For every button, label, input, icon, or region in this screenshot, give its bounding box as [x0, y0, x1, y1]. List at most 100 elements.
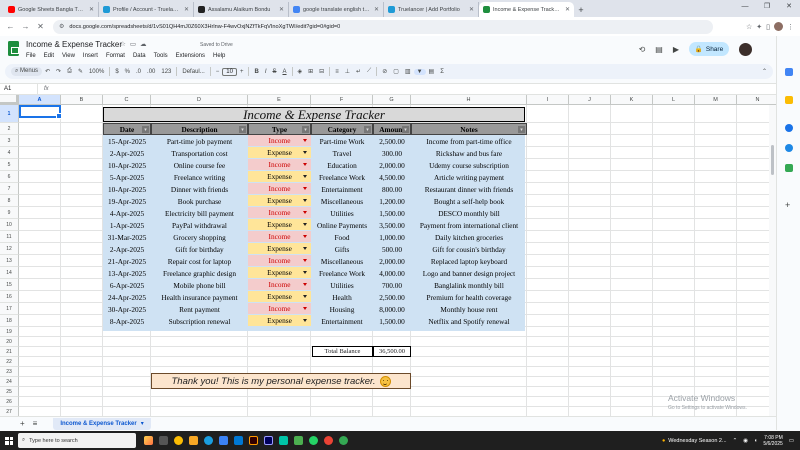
forward-icon[interactable]: → [19, 20, 32, 33]
maximize-button[interactable]: ❐ [756, 0, 778, 14]
cell-desc[interactable]: Dinner with friends [151, 183, 248, 195]
row-header-13[interactable]: 13 [0, 255, 19, 267]
get-addons-icon[interactable]: + [785, 200, 790, 210]
close-tab-icon[interactable]: ✕ [89, 6, 94, 13]
strikethrough-button[interactable]: S [269, 69, 279, 75]
cell-notes[interactable]: Bought a self-help book [411, 195, 527, 207]
paint-format-icon[interactable]: ✎ [75, 68, 86, 75]
cell-amount[interactable]: 700.00 [373, 279, 411, 291]
filter-views-icon[interactable]: ▤ [426, 68, 438, 75]
maps-icon[interactable] [785, 164, 793, 172]
percent-button[interactable]: % [122, 69, 133, 75]
keep-icon[interactable] [785, 96, 793, 104]
cell-notes[interactable]: Daily kitchen groceries [411, 231, 527, 243]
cell-amount[interactable]: 2,500.00 [373, 291, 411, 303]
cell-date[interactable]: 30-Apr-2025 [103, 303, 151, 315]
type-dropdown-chip[interactable]: Income [248, 279, 311, 290]
cell-cat[interactable]: Gifts [311, 243, 373, 255]
cell-desc[interactable]: PayPal withdrawal [151, 219, 248, 231]
type-dropdown-chip[interactable]: Expense [248, 315, 311, 326]
row-header-6[interactable]: 6 [0, 171, 19, 183]
dropdown-arrow-icon[interactable] [303, 271, 307, 274]
cell-cat[interactable]: Part-time Work [311, 135, 373, 147]
active-cell-selection[interactable] [19, 105, 62, 119]
omnibox[interactable]: ⚙ docs.google.com/spreadsheets/d/1vS01QH… [53, 19, 713, 34]
header-cell-category[interactable]: Category ▾ [311, 123, 373, 135]
cell-date[interactable]: 1-Apr-2025 [103, 219, 151, 231]
type-dropdown-chip[interactable]: Income [248, 183, 311, 194]
all-sheets-icon[interactable]: ≡ [33, 419, 38, 428]
name-box[interactable]: A1 [0, 84, 38, 94]
cell-notes[interactable]: Logo and banner design project [411, 267, 527, 279]
cell-cat[interactable]: Freelance Work [311, 267, 373, 279]
type-dropdown-chip[interactable]: Expense [248, 267, 311, 278]
header-cell-description[interactable]: Description ▾ [151, 123, 248, 135]
menu-file[interactable]: File [26, 53, 36, 59]
account-avatar[interactable] [739, 42, 752, 56]
cell-notes[interactable]: Restaurant dinner with friends [411, 183, 527, 195]
sheet-title-cell[interactable]: Income & Expense Tracker [103, 107, 525, 122]
cell-desc[interactable]: Book purchase [151, 195, 248, 207]
back-icon[interactable]: ← [4, 20, 17, 33]
row-header-25[interactable]: 25 [0, 387, 19, 397]
header-cell-type[interactable]: Type ▾ [248, 123, 311, 135]
type-dropdown-chip[interactable]: Expense [248, 195, 311, 206]
cell-cat[interactable]: Entertainment [311, 315, 373, 327]
tasks-icon[interactable] [785, 124, 793, 132]
cell-amount[interactable]: 1,500.00 [373, 315, 411, 327]
cell-date[interactable]: 15-Apr-2025 [103, 135, 151, 147]
sheets-logo-icon[interactable] [8, 41, 19, 56]
history-icon[interactable]: ⟲ [639, 45, 646, 54]
browser-tab[interactable]: Income & Expense Tracker - Go...✕ [479, 2, 574, 17]
news-widget[interactable]: ● Wednesday Season 2... [662, 438, 727, 444]
cell-amount[interactable]: 300.00 [373, 147, 411, 159]
cell-cat[interactable]: Food [311, 231, 373, 243]
document-title[interactable]: Income & Expense Tracker [26, 40, 122, 49]
menu-insert[interactable]: Insert [83, 53, 98, 59]
cloud-saved-icon[interactable]: ☁ [140, 40, 147, 48]
start-button[interactable] [0, 431, 18, 450]
filter-dropdown-icon[interactable]: ▾ [518, 126, 525, 133]
cell-date[interactable]: 2-Apr-2025 [103, 147, 151, 159]
browser-tab[interactable]: Google Sheets Bangla Tutorial -✕ [4, 2, 99, 17]
column-header-d[interactable]: D [151, 95, 248, 105]
extensions-icon[interactable]: ✦ [756, 23, 762, 31]
maps-app-icon[interactable] [294, 436, 303, 445]
merge-cells-icon[interactable]: ⊟ [316, 68, 327, 75]
column-header-j[interactable]: J [569, 95, 611, 105]
volume-icon[interactable]: ◖ [754, 438, 757, 444]
undo-icon[interactable]: ↶ [42, 68, 53, 75]
row-header-27[interactable]: 27 [0, 407, 19, 416]
meet-icon[interactable]: ▶ [673, 45, 679, 54]
row-header-22[interactable]: 22 [0, 357, 19, 367]
cell-cat[interactable]: Utilities [311, 207, 373, 219]
increase-decimal-button[interactable]: .00 [144, 69, 158, 75]
dropdown-arrow-icon[interactable] [303, 283, 307, 286]
browser-menu-icon[interactable]: ⋮ [787, 23, 794, 31]
network-icon[interactable]: ◉ [743, 438, 748, 444]
cell-desc[interactable]: Freelance graphic design [151, 267, 248, 279]
insert-link-icon[interactable]: ⊘ [379, 68, 390, 75]
cell-notes[interactable]: Payment from international client [411, 219, 527, 231]
cell-desc[interactable]: Health insurance payment [151, 291, 248, 303]
cell-amount[interactable]: 800.00 [373, 183, 411, 195]
row-header-1[interactable]: 1 [0, 105, 19, 123]
column-header-h[interactable]: H [411, 95, 527, 105]
dropdown-arrow-icon[interactable] [303, 187, 307, 190]
dropdown-arrow-icon[interactable] [303, 175, 307, 178]
type-dropdown-chip[interactable]: Income [248, 159, 311, 170]
chrome-icon-2[interactable] [324, 436, 333, 445]
filter-dropdown-icon[interactable]: ▾ [239, 126, 246, 133]
decrease-decimal-button[interactable]: .0 [133, 69, 144, 75]
font-size-increase-button[interactable]: + [237, 69, 247, 75]
vertical-scrollbar[interactable] [769, 105, 776, 416]
comments-icon[interactable]: ▤ [655, 45, 663, 54]
insert-comment-icon[interactable]: ▢ [390, 68, 402, 75]
cell-date[interactable]: 6-Apr-2025 [103, 279, 151, 291]
copilot-icon[interactable] [144, 436, 153, 445]
row-header-21[interactable]: 21 [0, 347, 19, 357]
column-header-a[interactable]: A [19, 95, 61, 105]
number-format-button[interactable]: 123 [158, 69, 174, 75]
filter-dropdown-icon[interactable]: ▾ [302, 126, 309, 133]
move-folder-icon[interactable]: ▭ [130, 40, 136, 48]
